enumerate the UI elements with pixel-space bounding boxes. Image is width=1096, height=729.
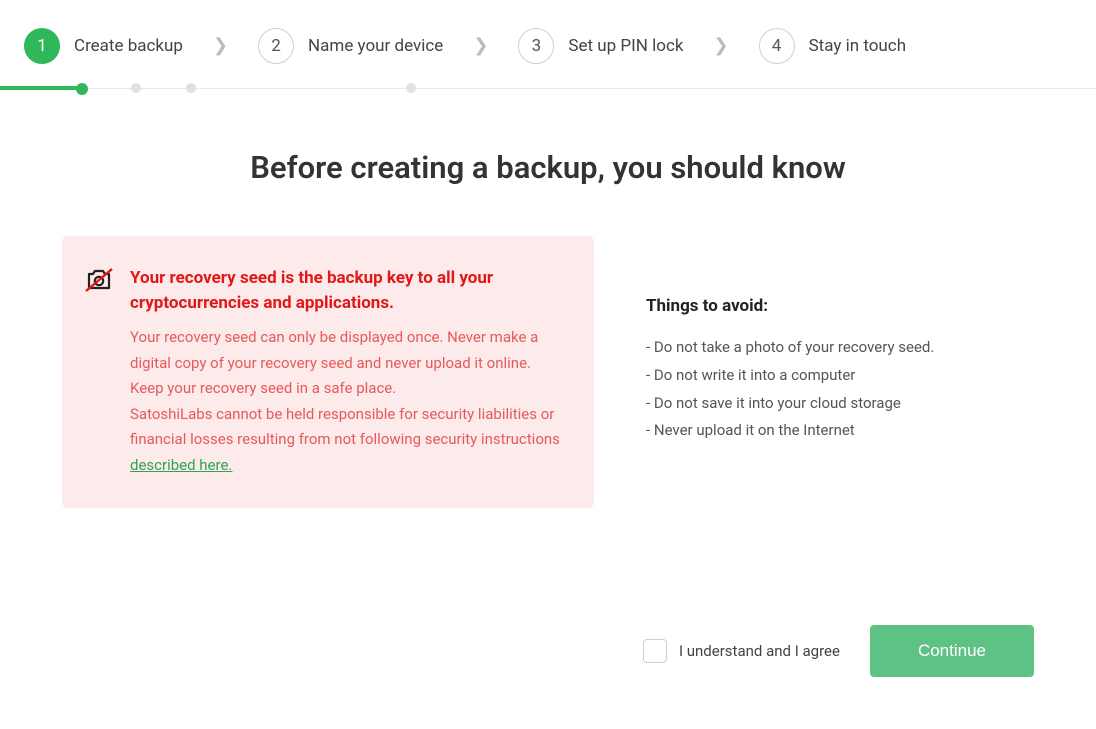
progress-bar xyxy=(0,88,1096,89)
described-here-link[interactable]: described here. xyxy=(130,456,232,474)
step-number: 4 xyxy=(759,28,795,64)
avoid-item: - Do not write it into a computer xyxy=(646,362,934,390)
warning-box: Your recovery seed is the backup key to … xyxy=(62,236,594,508)
avoid-item: - Never upload it on the Internet xyxy=(646,417,934,445)
step-3[interactable]: 3 Set up PIN lock xyxy=(518,28,683,64)
chevron-right-icon: ❯ xyxy=(473,37,488,55)
warning-body: Your recovery seed can only be displayed… xyxy=(130,325,568,478)
footer-actions: I understand and I agree Continue xyxy=(643,625,1034,677)
content-area: Your recovery seed is the backup key to … xyxy=(0,236,1096,508)
step-label: Stay in touch xyxy=(809,36,907,56)
chevron-right-icon: ❯ xyxy=(213,37,228,55)
warning-body-line1: Your recovery seed can only be displayed… xyxy=(130,328,538,397)
avoid-list: - Do not take a photo of your recovery s… xyxy=(646,334,934,445)
page-title: Before creating a backup, you should kno… xyxy=(0,149,1096,186)
step-label: Set up PIN lock xyxy=(568,36,683,56)
avoid-item: - Do not take a photo of your recovery s… xyxy=(646,334,934,362)
chevron-right-icon: ❯ xyxy=(713,37,728,55)
warning-text: Your recovery seed is the backup key to … xyxy=(130,266,568,478)
progress-fill xyxy=(0,86,78,90)
warning-title: Your recovery seed is the backup key to … xyxy=(130,266,568,315)
progress-dot xyxy=(186,83,196,93)
step-4[interactable]: 4 Stay in touch xyxy=(759,28,907,64)
things-to-avoid: Things to avoid: - Do not take a photo o… xyxy=(646,236,934,508)
warning-body-line2: SatoshiLabs cannot be held responsible f… xyxy=(130,405,560,449)
step-number: 2 xyxy=(258,28,294,64)
step-number: 1 xyxy=(24,28,60,64)
progress-dot xyxy=(406,83,416,93)
avoid-title: Things to avoid: xyxy=(646,296,934,316)
progress-dot-active xyxy=(76,83,88,95)
agree-checkbox[interactable] xyxy=(643,639,667,663)
progress-dot xyxy=(131,83,141,93)
step-label: Name your device xyxy=(308,36,443,56)
step-number: 3 xyxy=(518,28,554,64)
continue-button[interactable]: Continue xyxy=(870,625,1034,677)
no-photo-icon xyxy=(84,266,114,478)
wizard-stepper: 1 Create backup ❯ 2 Name your device ❯ 3… xyxy=(0,0,1096,82)
avoid-item: - Do not save it into your cloud storage xyxy=(646,390,934,418)
agree-checkbox-wrap[interactable]: I understand and I agree xyxy=(643,639,840,663)
agree-label: I understand and I agree xyxy=(679,642,840,660)
step-1[interactable]: 1 Create backup xyxy=(24,28,183,64)
step-label: Create backup xyxy=(74,36,183,56)
step-2[interactable]: 2 Name your device xyxy=(258,28,443,64)
